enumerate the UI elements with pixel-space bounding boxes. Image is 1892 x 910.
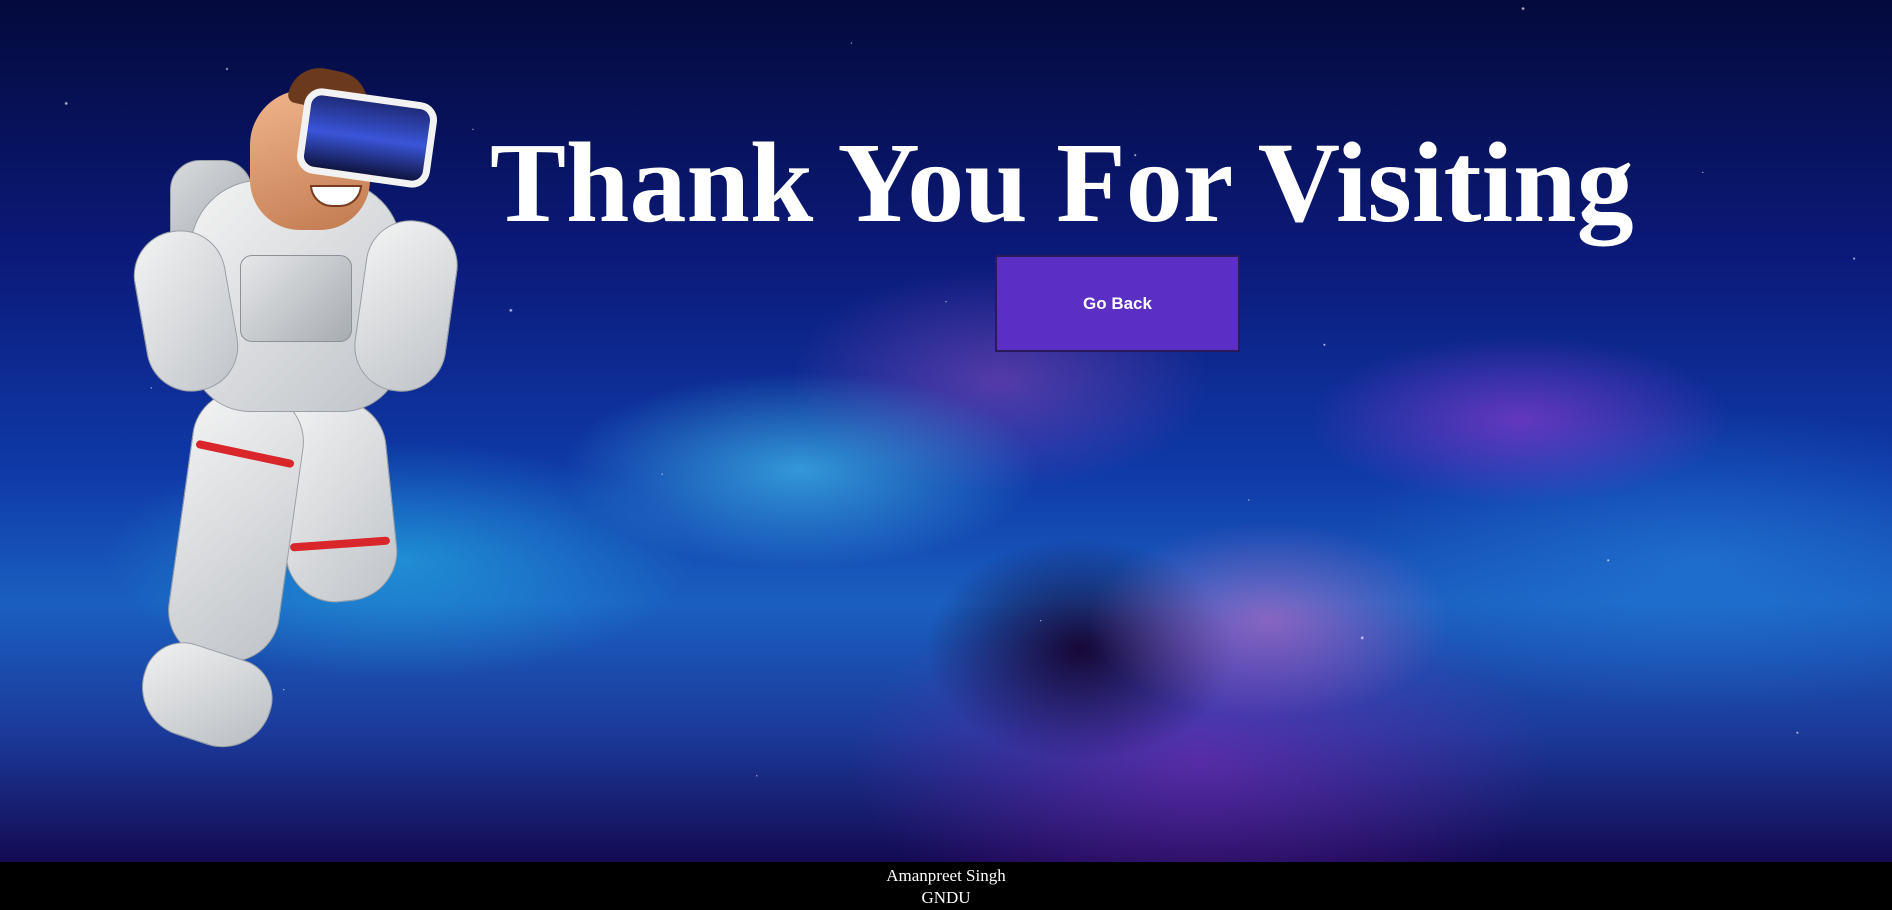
astronaut-leg-left [161,383,311,669]
page-title: Thank You For Visiting [490,119,1634,246]
astronaut-vr-illustration [126,62,480,761]
vr-headset-icon [294,86,440,190]
astronaut-chest-panel [240,255,352,342]
footer-institution: GNDU [921,888,971,907]
footer: Amanpreet Singh GNDU [0,862,1892,910]
footer-author-name: Amanpreet Singh [886,866,1006,885]
thank-you-page: Thank You For Visiting Go Back Amanpreet… [0,0,1892,910]
go-back-button[interactable]: Go Back [995,255,1240,352]
